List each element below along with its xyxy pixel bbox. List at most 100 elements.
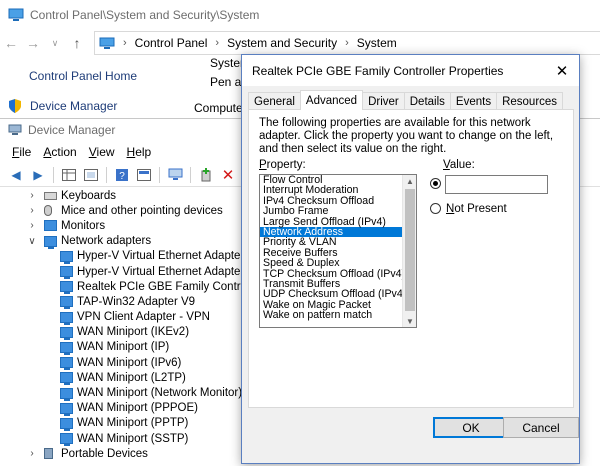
breadcrumb-system-and-security[interactable]: System and Security [227,36,337,50]
scroll-up-arrow-icon[interactable]: ▲ [403,175,416,187]
toolbar-separator [106,166,107,183]
back-arrow-icon[interactable]: ◀ [6,165,26,185]
tree-item-label: VPN Client Adapter - VPN [77,311,210,324]
device-manager-link[interactable]: Device Manager [8,99,117,113]
scroll-down-arrow-icon[interactable]: ▼ [403,315,416,327]
tree-item-label: WAN Miniport (PPPOE) [77,402,198,415]
control-panel-home-link[interactable]: Control Panel Home [29,69,137,83]
property-list-scrollbar[interactable]: ▲ ▼ [402,175,416,327]
properties-grid-icon[interactable] [59,165,79,185]
menu-action[interactable]: Action [37,145,82,159]
network-adapter-icon [60,387,73,401]
tab-driver[interactable]: Driver [362,92,405,110]
keyboard-icon [44,192,57,200]
tree-item-label: WAN Miniport (IKEv2) [77,326,190,339]
toolbar-separator [159,166,160,183]
property-list-item[interactable]: Speed & Duplex [260,258,416,269]
cancel-button[interactable]: Cancel [503,417,579,438]
control-panel-icon [99,37,115,49]
monitor-icon [44,220,57,232]
tree-item-label: Monitors [61,219,106,232]
value-input[interactable] [445,175,548,194]
show-hidden-icon[interactable] [81,165,101,185]
tree-item-label: Hyper-V Virtual Ethernet Adapter #2 [77,265,261,278]
svg-text:?: ? [119,171,125,182]
shield-icon [9,99,21,113]
back-arrow-icon[interactable]: ← [0,32,22,54]
network-adapter-icon [60,402,73,416]
tree-item-label: WAN Miniport (IP) [77,341,170,354]
uninstall-x-icon[interactable]: ✕ [218,165,238,185]
dialog-title: Realtek PCIe GBE Family Controller Prope… [252,63,504,78]
network-adapter-icon [60,311,73,325]
property-list-item[interactable]: Wake on pattern match [260,310,416,321]
network-adapter-icon [60,433,73,447]
help-book-icon[interactable]: ? [112,165,132,185]
tab-details[interactable]: Details [403,92,451,110]
chevron-right-icon[interactable]: › [26,220,38,232]
toolbar-separator [53,166,54,183]
tree-item-label: Portable Devices [61,447,148,460]
adapter-properties-dialog: Realtek PCIe GBE Family Controller Prope… [241,54,580,464]
tree-item-label: Network adapters [61,235,152,248]
property-list-items: Flow Control Interrupt Moderation IPv4 Che… [260,175,416,321]
device-manager-link-label: Device Manager [30,99,118,113]
chevron-right-icon[interactable]: › [26,190,38,202]
not-present-radio[interactable] [430,203,441,214]
advanced-description: The following properties are available f… [259,117,554,155]
tree-item-label: WAN Miniport (PPTP) [77,417,189,430]
value-radio[interactable] [430,178,441,189]
chevron-right-icon[interactable]: › [26,205,38,217]
tree-item-label: Mice and other pointing devices [61,204,223,217]
address-bar[interactable]: › Control Panel › System and Security › … [94,31,600,55]
scrollbar-thumb[interactable] [405,189,415,311]
network-adapter-icon [60,326,73,340]
tab-resources[interactable]: Resources [496,92,564,110]
value-label: Value: [443,159,475,171]
system-info-text: Computer [194,101,247,115]
monitor-icon[interactable] [165,165,185,185]
network-adapter-icon [60,372,73,386]
menu-file[interactable]: File [6,145,37,159]
breadcrumb-separator-icon: › [215,37,220,49]
forward-arrow-icon[interactable]: ▶ [28,165,48,185]
device-manager-icon [8,124,22,135]
property-list-item[interactable]: Jumbo Frame [260,206,416,217]
network-adapter-icon [44,235,57,249]
tree-item-label: WAN Miniport (Network Monitor) [77,387,243,400]
control-panel-icon [8,8,24,21]
close-icon[interactable]: ✕ [545,55,579,86]
breadcrumb-system[interactable]: System [357,36,397,50]
recent-pages-chevron-icon[interactable]: ∨ [44,32,66,54]
tree-item-label: WAN Miniport (IPv6) [77,356,182,369]
add-driver-icon[interactable] [196,165,216,185]
dialog-tab-strip: General Advanced Driver Details Events R… [248,90,564,110]
up-arrow-icon[interactable]: ↑ [66,32,88,54]
ok-button[interactable]: OK [433,417,509,438]
property-listbox[interactable]: Flow Control Interrupt Moderation IPv4 Che… [259,174,417,328]
network-adapter-icon [60,357,73,371]
tree-item-label: WAN Miniport (SSTP) [77,432,189,445]
tree-item-label: TAP-Win32 Adapter V9 [77,295,196,308]
network-adapter-icon [60,417,73,431]
menu-help[interactable]: Help [121,145,158,159]
advanced-tab-panel: The following properties are available f… [248,109,574,408]
tab-general[interactable]: General [248,92,301,110]
mouse-icon [44,205,52,217]
tab-events[interactable]: Events [449,92,498,110]
breadcrumb-separator-icon: › [345,37,349,49]
network-adapter-icon [60,296,73,310]
chevron-right-icon[interactable]: › [26,448,38,460]
menu-view[interactable]: View [83,145,121,159]
control-panel-address-row: ← → ∨ ↑ › Control Panel › System and Sec… [0,30,600,56]
update-driver-icon[interactable] [134,165,154,185]
tree-item-label: Keyboards [61,189,116,202]
not-present-label[interactable]: Not Present [446,203,507,215]
network-adapter-icon [60,341,73,355]
control-panel-titlebar: Control Panel\System and Security\System [0,0,600,30]
forward-arrow-icon[interactable]: → [22,32,44,54]
tree-item-label: Realtek PCIe GBE Family Controller [77,280,263,293]
tab-advanced[interactable]: Advanced [299,90,364,110]
chevron-down-icon[interactable]: ∨ [26,235,38,247]
breadcrumb-control-panel[interactable]: Control Panel [135,36,208,50]
